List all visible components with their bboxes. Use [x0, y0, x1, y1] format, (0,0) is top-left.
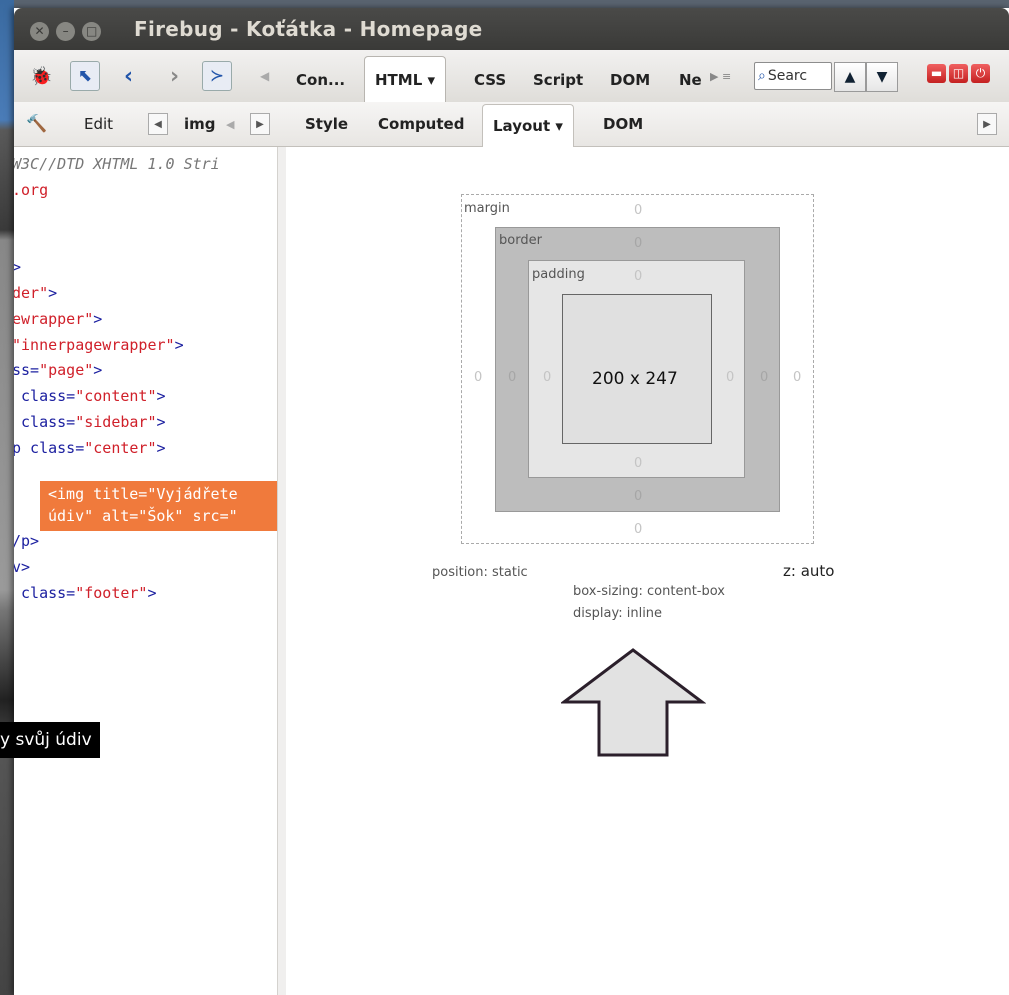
code-line: p class="center"> [14, 438, 166, 457]
padding-bottom[interactable]: 0 [634, 456, 642, 471]
z-index-value: z: auto [783, 562, 835, 580]
padding-label: padding [532, 267, 585, 282]
margin-left[interactable]: 0 [474, 370, 482, 385]
tab-html[interactable]: HTML ▾ [364, 56, 447, 103]
border-left[interactable]: 0 [508, 370, 516, 385]
code-line: "innerpagewrapper"> [14, 335, 184, 354]
search-input[interactable]: ⌕ Searc [754, 62, 832, 90]
breadcrumb-left-icon[interactable]: ◀ [148, 113, 168, 135]
code-line: ewrapper"> [14, 309, 103, 328]
html-toolbar: 🔨 Edit ◀ img ◀ ▶ Style Computed Layout ▾… [14, 102, 1009, 147]
margin-bottom[interactable]: 0 [634, 522, 642, 537]
display-value: display: inline [573, 606, 663, 621]
tab-scroll-left-icon[interactable]: ◀ [260, 69, 269, 83]
border-right[interactable]: 0 [760, 370, 768, 385]
maximize-icon[interactable]: □ [82, 22, 102, 41]
border-bottom[interactable]: 0 [634, 489, 642, 504]
position-value: position: static [432, 565, 528, 580]
search-icon: ⌕ [758, 68, 766, 84]
tooltip: y svůj údiv [0, 722, 100, 758]
html-source-pane[interactable]: W3C//DTD XHTML 1.0 Stri .org > der"> ewrappe… [14, 147, 277, 995]
breadcrumb-scroll-icon[interactable]: ◀ [226, 118, 234, 131]
tab-script[interactable]: Script [523, 58, 593, 102]
tab-dom[interactable]: DOM [600, 58, 660, 102]
box-sizing-value: box-sizing: content-box [573, 584, 725, 599]
breadcrumb-img[interactable]: img [184, 102, 216, 146]
minimize-icon[interactable]: – [56, 22, 76, 41]
border-label: border [499, 233, 542, 248]
tab-computed[interactable]: Computed [378, 102, 464, 146]
search-next-button[interactable]: ▼ [866, 62, 898, 92]
main-toolbar: 🐞 ⬉ ‹ › ≻ ◀ Con... HTML ▾ CSS Script DOM… [14, 50, 1009, 103]
desktop-background [0, 0, 14, 995]
layout-panel: margin border padding 0 0 0 0 0 0 0 0 0 … [286, 147, 1009, 995]
close-firebug-icon[interactable]: ⏻ [971, 64, 990, 83]
search-prev-button[interactable]: ▲ [834, 62, 866, 92]
firebug-icon[interactable]: 🐞 [30, 66, 52, 87]
selected-node[interactable]: <img title="Vyjádřete údiv" alt="Šok" sr… [40, 481, 277, 531]
code-line: v> [14, 558, 31, 576]
code-line: class="footer"> [14, 584, 157, 602]
side-tabs-menu-icon[interactable]: ▶ [977, 113, 997, 135]
up-arrow-icon [561, 648, 706, 757]
firebug-window: ✕ – □ Firebug - Koťátka - Homepage 🐞 ⬉ ‹… [14, 8, 1009, 995]
close-icon[interactable]: ✕ [30, 22, 49, 41]
breadcrumb-right-icon[interactable]: ▶ [250, 113, 270, 135]
margin-label: margin [464, 201, 510, 216]
tab-console[interactable]: Con... [286, 58, 355, 102]
code-line: /p> [14, 532, 40, 550]
detach-panel-icon[interactable]: ◫ [949, 64, 968, 83]
margin-right[interactable]: 0 [793, 370, 801, 385]
code-line: > [14, 258, 22, 277]
edit-button[interactable]: Edit [84, 102, 113, 146]
forward-icon[interactable]: › [170, 64, 179, 89]
border-top[interactable]: 0 [634, 236, 642, 251]
minimize-panel-icon[interactable]: ▬ [927, 64, 946, 83]
tab-css[interactable]: CSS [464, 58, 516, 102]
tab-overflow-icon[interactable]: ▶ ≡ [710, 70, 731, 83]
padding-top[interactable]: 0 [634, 269, 642, 284]
tab-net[interactable]: Ne [669, 58, 712, 102]
tab-dom-side[interactable]: DOM [603, 102, 643, 146]
padding-right[interactable]: 0 [726, 370, 734, 385]
padding-left[interactable]: 0 [543, 370, 551, 385]
code-line: .org [14, 180, 49, 199]
inspect-icon[interactable]: ⬉ [70, 61, 100, 91]
edit-html-icon[interactable]: 🔨 [26, 114, 47, 134]
window-title: Firebug - Koťátka - Homepage [134, 17, 483, 41]
code-line: ss="page"> [14, 361, 103, 380]
console-toggle-icon[interactable]: ≻ [202, 61, 232, 91]
code-line: W3C//DTD XHTML 1.0 Stri [14, 155, 220, 173]
margin-top[interactable]: 0 [634, 203, 642, 218]
title-bar: ✕ – □ Firebug - Koťátka - Homepage [14, 8, 1009, 50]
code-line: class="sidebar"> [14, 413, 166, 431]
tab-style[interactable]: Style [305, 102, 348, 146]
content-dimensions: 200 x 247 [592, 369, 678, 389]
back-icon[interactable]: ‹ [124, 64, 133, 89]
code-line: der"> [14, 284, 58, 302]
code-line: class="content"> [14, 387, 166, 406]
tab-layout[interactable]: Layout ▾ [482, 104, 574, 147]
